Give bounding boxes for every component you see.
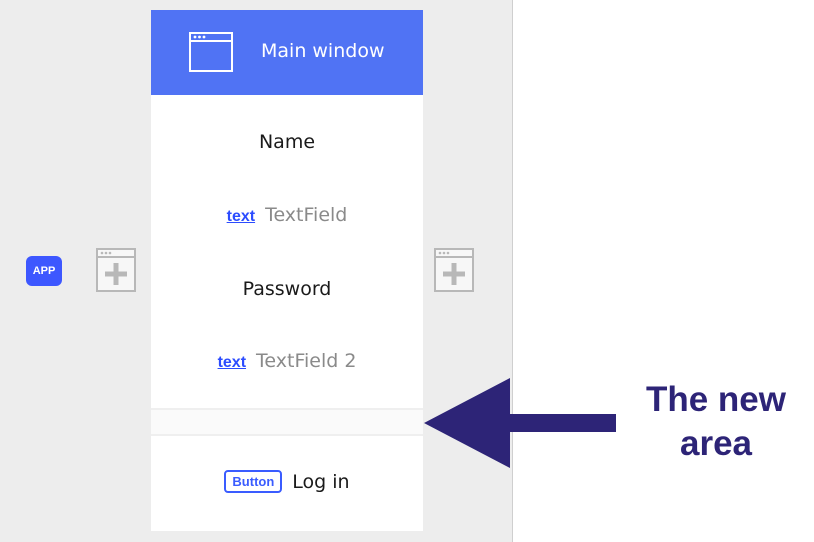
button-tag: Button bbox=[224, 470, 283, 493]
annotation-line-1: The new bbox=[645, 380, 787, 419]
arrow-left-icon bbox=[424, 378, 616, 468]
text-tag: text bbox=[217, 354, 247, 371]
login-button[interactable]: Button Log in bbox=[151, 470, 423, 493]
textfield-1[interactable]: text TextField bbox=[151, 204, 423, 226]
main-window-header[interactable]: Main window bbox=[151, 10, 423, 95]
password-label[interactable]: Password bbox=[151, 278, 423, 300]
name-label[interactable]: Name bbox=[151, 131, 423, 153]
main-window-screen: Main window Name text TextField Password … bbox=[151, 10, 423, 531]
add-window-icon[interactable] bbox=[434, 248, 474, 292]
window-title: Main window bbox=[261, 40, 385, 62]
app-icon[interactable]: APP bbox=[26, 256, 62, 286]
textfield-name: TextField bbox=[265, 204, 348, 226]
annotation-line-2: area bbox=[679, 424, 753, 463]
add-window-icon[interactable] bbox=[96, 248, 136, 292]
textfield-2[interactable]: text TextField 2 bbox=[151, 350, 423, 372]
text-tag: text bbox=[226, 208, 256, 225]
window-icon bbox=[189, 32, 233, 72]
textfield-name: TextField 2 bbox=[256, 350, 357, 372]
button-label: Log in bbox=[292, 470, 350, 493]
new-area-placeholder[interactable] bbox=[151, 408, 423, 436]
annotation-text: The new area bbox=[618, 378, 814, 466]
